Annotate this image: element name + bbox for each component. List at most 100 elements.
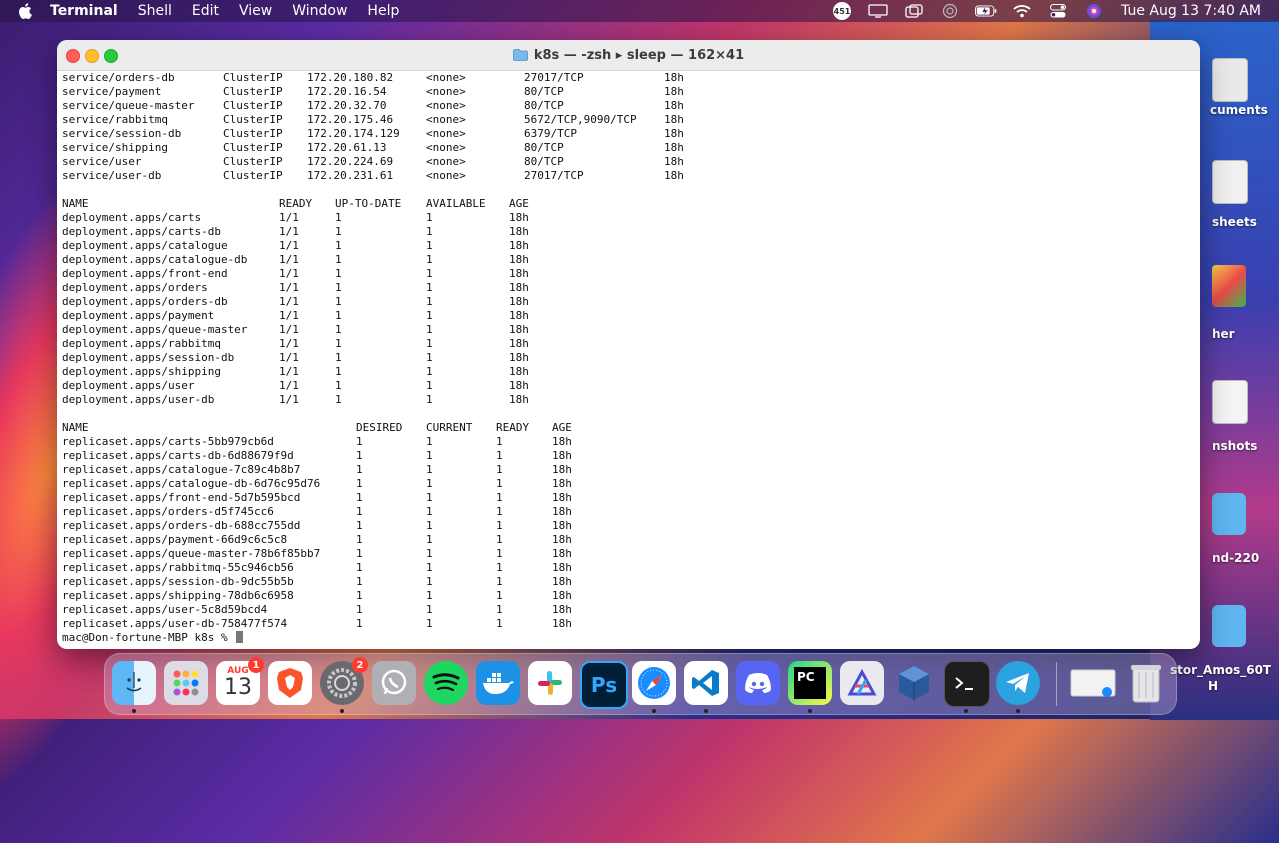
deployment-cell: 18h bbox=[509, 365, 529, 378]
folder-icon[interactable] bbox=[1212, 493, 1246, 535]
menu-app-name[interactable]: Terminal bbox=[50, 0, 118, 22]
photoshop-app-icon[interactable]: Ps bbox=[580, 661, 628, 709]
deployment-cell: 1 bbox=[426, 239, 433, 252]
desktop-label-h[interactable]: H bbox=[1208, 679, 1218, 693]
menu-clock[interactable]: Tue Aug 13 7:40 AM bbox=[1121, 3, 1261, 19]
desktop-label-documents[interactable]: cuments bbox=[1210, 103, 1268, 117]
virtualbox-app-icon[interactable] bbox=[892, 661, 936, 705]
replicaset-cell: 1 bbox=[356, 603, 363, 616]
service-ports: 27017/TCP bbox=[524, 169, 584, 182]
desktop-label-screenshots[interactable]: nshots bbox=[1212, 439, 1257, 453]
terminal-app-icon[interactable] bbox=[944, 661, 990, 707]
replicaset-cell: 1 bbox=[496, 477, 503, 490]
slack-app-icon[interactable] bbox=[528, 661, 572, 705]
service-type: ClusterIP bbox=[223, 141, 283, 154]
wifi-icon[interactable] bbox=[1011, 3, 1033, 19]
screen-share-icon[interactable] bbox=[867, 3, 889, 19]
dock-separator bbox=[1056, 662, 1057, 706]
siri-icon[interactable] bbox=[1083, 3, 1105, 19]
terminal-output[interactable]: service/orders-db ClusterIP 172.20.180.82 <… bbox=[62, 71, 1200, 649]
vscode-app-icon[interactable] bbox=[684, 661, 728, 705]
service-external-ip: <none> bbox=[426, 99, 466, 112]
launchpad-app-icon[interactable] bbox=[164, 661, 208, 705]
window-switch-icon[interactable] bbox=[903, 3, 925, 19]
deployment-cell: 1 bbox=[335, 295, 342, 308]
deployment-cell: deployment.apps/orders bbox=[62, 281, 208, 294]
desktop-label-sheets[interactable]: sheets bbox=[1212, 215, 1257, 229]
colorful-file-icon[interactable] bbox=[1212, 265, 1246, 307]
title-bar[interactable]: k8s — -zsh ▸ sleep — 162×41 bbox=[57, 40, 1200, 71]
battery-icon[interactable] bbox=[975, 3, 997, 19]
trash-icon[interactable] bbox=[1124, 661, 1168, 705]
spreadsheet-file-icon[interactable] bbox=[1212, 160, 1248, 204]
replicaset-header: DESIRED bbox=[356, 421, 403, 434]
replicaset-cell: 18h bbox=[552, 617, 572, 630]
service-external-ip: <none> bbox=[426, 71, 466, 84]
folder-icon bbox=[512, 49, 528, 61]
service-age: 18h bbox=[664, 141, 684, 154]
menu-edit[interactable]: Edit bbox=[192, 0, 219, 22]
service-name: service/orders-db bbox=[62, 71, 175, 84]
brave-browser-icon[interactable] bbox=[268, 661, 312, 705]
finder-app-icon[interactable] bbox=[112, 661, 156, 705]
telegram-app-icon[interactable] bbox=[996, 661, 1040, 705]
whatsapp-app-icon[interactable] bbox=[372, 661, 416, 705]
deployment-cell: 18h bbox=[509, 239, 529, 252]
deployment-header: READY bbox=[279, 197, 313, 210]
deployment-cell: 18h bbox=[509, 393, 529, 406]
folder-icon-2[interactable] bbox=[1212, 605, 1246, 647]
pycharm-label: PC bbox=[797, 670, 815, 684]
deployment-cell: deployment.apps/payment bbox=[62, 309, 215, 322]
replicaset-cell: 1 bbox=[356, 533, 363, 546]
deployment-cell: deployment.apps/queue-master bbox=[62, 323, 248, 336]
deployment-cell: deployment.apps/carts-db bbox=[62, 225, 221, 238]
apple-menu-icon[interactable] bbox=[18, 3, 32, 19]
replicaset-cell: 1 bbox=[496, 491, 503, 504]
menu-window[interactable]: Window bbox=[292, 0, 347, 22]
spotify-app-icon[interactable] bbox=[424, 661, 468, 705]
replicaset-cell: replicaset.apps/front-end-5d7b595bcd bbox=[62, 491, 301, 504]
deployment-cell: 1/1 bbox=[279, 379, 299, 392]
service-cluster-ip: 172.20.224.69 bbox=[307, 155, 394, 168]
deployment-cell: 1 bbox=[335, 379, 342, 392]
service-name: service/rabbitmq bbox=[62, 113, 168, 126]
deployment-cell: 18h bbox=[509, 379, 529, 392]
deployment-cell: 18h bbox=[509, 281, 529, 294]
document-file-icon[interactable] bbox=[1212, 58, 1248, 102]
terminal-window: k8s — -zsh ▸ sleep — 162×41 service/orde… bbox=[57, 40, 1200, 649]
discord-app-icon[interactable] bbox=[736, 661, 780, 705]
screenshot-file-icon[interactable] bbox=[1212, 380, 1248, 424]
service-type: ClusterIP bbox=[223, 169, 283, 182]
replicaset-cell: 1 bbox=[496, 463, 503, 476]
recent-window-icon[interactable] bbox=[1068, 661, 1118, 705]
control-center-icon[interactable] bbox=[1047, 3, 1069, 19]
deployment-cell: 1 bbox=[426, 393, 433, 406]
docker-app-icon[interactable] bbox=[476, 661, 520, 705]
replicaset-cell: replicaset.apps/carts-db-6d88679f9d bbox=[62, 449, 294, 462]
deployment-cell: 1 bbox=[426, 281, 433, 294]
replicaset-cell: 1 bbox=[356, 589, 363, 602]
affinity-app-icon[interactable] bbox=[840, 661, 884, 705]
calendar-app-icon[interactable]: AUG 13 1 bbox=[216, 657, 264, 705]
shell-prompt[interactable]: mac@Don-fortune-MBP k8s % bbox=[62, 631, 244, 645]
desktop-label-her[interactable]: her bbox=[1212, 327, 1235, 341]
pycharm-app-icon[interactable]: PC bbox=[788, 661, 832, 705]
notification-badge-icon[interactable]: 451 bbox=[831, 2, 853, 20]
service-cluster-ip: 172.20.180.82 bbox=[307, 71, 394, 84]
replicaset-header: CURRENT bbox=[426, 421, 473, 434]
replicaset-cell: 1 bbox=[426, 519, 433, 532]
menu-view[interactable]: View bbox=[239, 0, 272, 22]
menu-shell[interactable]: Shell bbox=[138, 0, 172, 22]
deployment-cell: 1/1 bbox=[279, 211, 299, 224]
service-name: service/shipping bbox=[62, 141, 168, 154]
menu-help[interactable]: Help bbox=[367, 0, 399, 22]
safari-app-icon[interactable] bbox=[632, 661, 676, 705]
deployment-cell: 1 bbox=[335, 267, 342, 280]
replicaset-cell: 1 bbox=[426, 575, 433, 588]
deployment-cell: 1/1 bbox=[279, 253, 299, 266]
airplay-icon[interactable] bbox=[939, 3, 961, 19]
desktop-label-nd-220[interactable]: nd-220 bbox=[1212, 551, 1259, 565]
system-settings-icon[interactable]: 2 bbox=[320, 657, 368, 705]
deployment-cell: 1 bbox=[335, 309, 342, 322]
desktop-label-stor-amos[interactable]: stor_Amos_60T bbox=[1170, 663, 1271, 677]
